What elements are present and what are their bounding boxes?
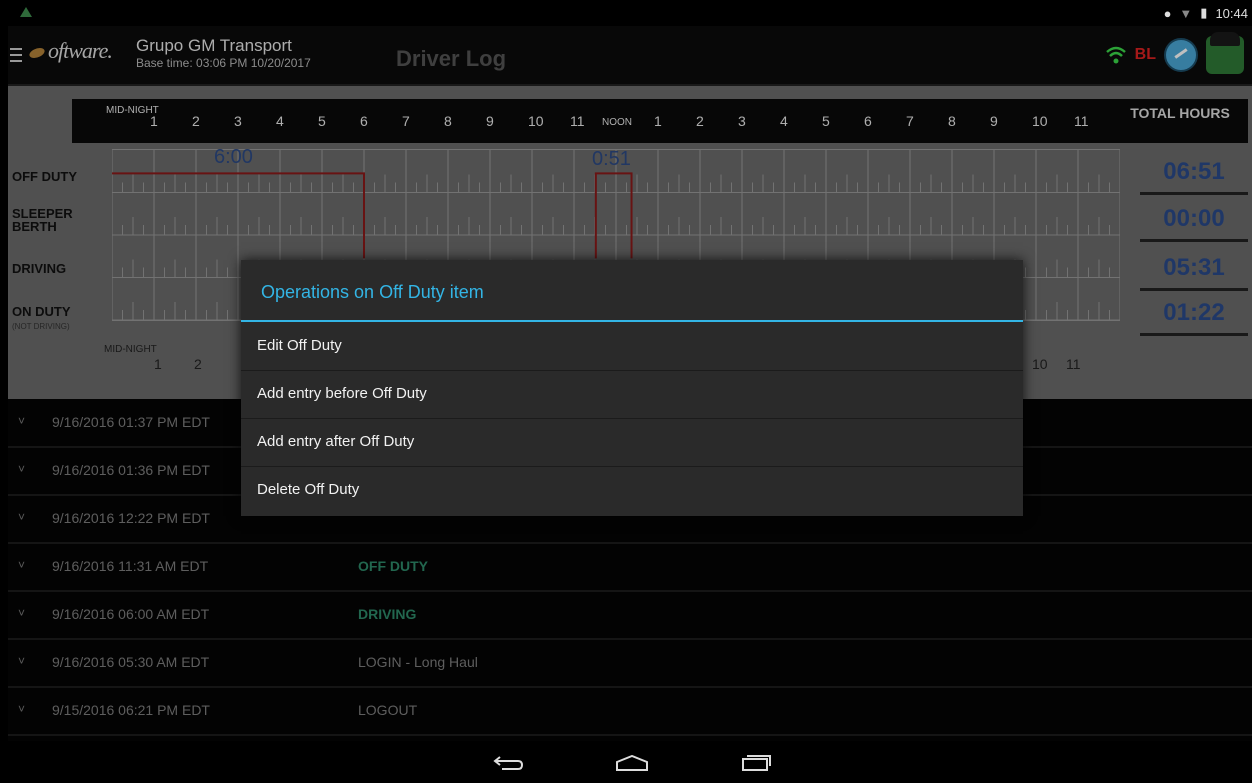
add-entry-after-option[interactable]: Add entry after Off Duty (241, 418, 1023, 467)
option-label: Add entry before Off Duty (257, 385, 427, 402)
dialog-title: Operations on Off Duty item (261, 282, 484, 302)
option-label: Add entry after Off Duty (257, 433, 415, 450)
delete-off-duty-option[interactable]: Delete Off Duty (241, 466, 1023, 514)
option-label: Delete Off Duty (257, 481, 360, 498)
system-nav-bar (8, 741, 1252, 783)
add-entry-before-option[interactable]: Add entry before Off Duty (241, 370, 1023, 419)
notification-icon (20, 7, 32, 17)
home-icon[interactable] (615, 755, 649, 771)
status-bar: ● ▼ ▮ 10:44 (8, 0, 1252, 26)
location-icon: ● (1163, 5, 1172, 21)
status-time: 10:44 (1215, 5, 1248, 21)
edit-off-duty-option[interactable]: Edit Off Duty (241, 322, 1023, 371)
option-label: Edit Off Duty (257, 337, 342, 354)
battery-icon: ▮ (1200, 5, 1208, 20)
status-icons: ● ▼ ▮ 10:44 (1164, 5, 1248, 21)
operations-dialog: Operations on Off Duty item Edit Off Dut… (241, 260, 1023, 516)
recent-apps-icon[interactable] (741, 753, 771, 771)
wifi-status-icon: ▼ (1179, 5, 1193, 21)
app-frame: ● ▼ ▮ 10:44 oftware. Grupo GM Transport … (8, 0, 1252, 783)
back-icon[interactable] (492, 755, 524, 771)
